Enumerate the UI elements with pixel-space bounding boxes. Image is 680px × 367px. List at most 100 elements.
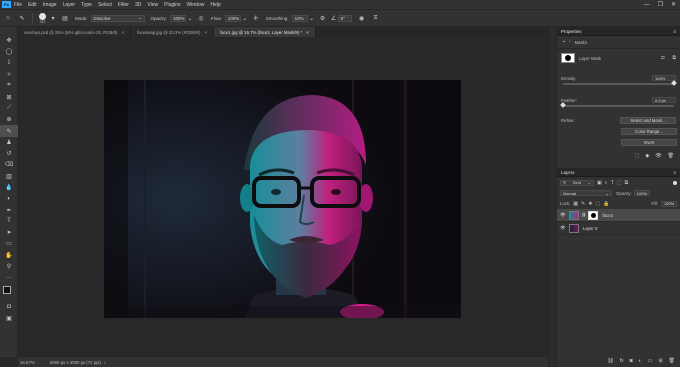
- airbrush-icon[interactable]: ✢: [252, 14, 260, 22]
- lock-position-icon[interactable]: ✥: [588, 201, 592, 207]
- lock-all-icon[interactable]: 🔒: [603, 201, 609, 207]
- load-selection-icon[interactable]: ⬚: [635, 153, 640, 159]
- close-icon[interactable]: ×: [204, 30, 207, 35]
- menu-3d[interactable]: 3D: [135, 2, 141, 8]
- path-selection-tool-icon[interactable]: ➤: [0, 227, 18, 238]
- lasso-tool-icon[interactable]: ◯: [0, 46, 18, 57]
- gear-icon[interactable]: ⚙: [319, 14, 327, 22]
- lock-artboard-icon[interactable]: ⬚: [595, 201, 600, 207]
- trash-icon[interactable]: 🗑: [669, 358, 675, 364]
- menu-filter[interactable]: Filter: [118, 2, 129, 8]
- minimize-icon[interactable]: —: [644, 2, 650, 8]
- angle-icon[interactable]: ∠: [330, 14, 338, 22]
- angle-input[interactable]: 0°: [337, 14, 352, 22]
- pen-tool-icon[interactable]: ✒: [0, 204, 18, 215]
- brush-settings-icon[interactable]: ▾: [49, 14, 57, 22]
- blur-tool-icon[interactable]: 💧: [0, 182, 18, 193]
- frame-tool-icon[interactable]: ⊠: [0, 91, 18, 102]
- clone-stamp-tool-icon[interactable]: ♟: [0, 137, 18, 148]
- filter-pixel-icon[interactable]: ▣: [597, 180, 602, 186]
- edit-toolbar-icon[interactable]: ···: [0, 272, 18, 283]
- close-icon[interactable]: ✕: [671, 1, 676, 8]
- new-group-icon[interactable]: ▭: [648, 358, 653, 364]
- filter-smart-object-icon[interactable]: ⧉: [625, 180, 629, 186]
- mode-select[interactable]: Dissolve ⌄: [90, 14, 145, 22]
- chevron-right-icon[interactable]: ›: [104, 360, 105, 365]
- visibility-eye-icon[interactable]: 👁: [557, 212, 569, 218]
- apply-mask-icon[interactable]: ◆: [645, 153, 649, 159]
- move-tool-icon[interactable]: ✥: [0, 35, 18, 46]
- layer-row-face2[interactable]: 👁 ⛓ face2: [557, 209, 680, 222]
- flow-dropdown-icon[interactable]: ⌄: [241, 14, 249, 22]
- smoothing-dropdown-icon[interactable]: ⌄: [308, 14, 316, 22]
- menu-window[interactable]: Window: [187, 2, 205, 8]
- layer-thumbnail[interactable]: [569, 210, 579, 220]
- vector-mask-icon[interactable]: ▫: [569, 39, 571, 45]
- visibility-eye-icon[interactable]: 👁: [557, 225, 569, 231]
- layer-name[interactable]: face2: [602, 213, 613, 218]
- lock-transparent-icon[interactable]: ▦: [573, 201, 578, 207]
- panel-menu-icon[interactable]: ≡: [673, 29, 676, 34]
- menu-plugins[interactable]: Plugins: [164, 2, 180, 8]
- menu-edit[interactable]: Edit: [28, 2, 37, 8]
- fill-input[interactable]: 100%: [661, 200, 677, 207]
- quick-select-tool-icon[interactable]: ⟟: [0, 58, 18, 69]
- invert-button[interactable]: Invert: [621, 139, 677, 146]
- menu-help[interactable]: Help: [210, 2, 220, 8]
- layer-opacity-input[interactable]: 100%: [633, 190, 650, 196]
- brush-panel-icon[interactable]: ▤: [61, 14, 69, 22]
- pixel-mask-icon[interactable]: ▪: [563, 39, 565, 45]
- add-mask-icon[interactable]: ◙: [630, 358, 633, 364]
- layer-mask-thumbnail[interactable]: [588, 210, 599, 220]
- rectangle-tool-icon[interactable]: ▭: [0, 238, 18, 249]
- select-and-mask-button[interactable]: Select and Mask...: [620, 117, 676, 124]
- zoom-tool-icon[interactable]: ⚲: [0, 261, 18, 272]
- adjustment-layer-icon[interactable]: ◐: [639, 358, 642, 364]
- filter-adjustment-icon[interactable]: ◐: [605, 180, 608, 186]
- flow-input[interactable]: 100%: [224, 14, 241, 22]
- feather-input[interactable]: 0.0 px: [652, 97, 676, 103]
- feather-slider[interactable]: [560, 102, 674, 108]
- select-mask-icon[interactable]: ◘: [661, 55, 664, 61]
- healing-brush-tool-icon[interactable]: ⊕: [0, 114, 18, 125]
- visibility-eye-icon[interactable]: 👁: [655, 153, 661, 159]
- panel-collapse-strip[interactable]: [548, 27, 556, 367]
- eraser-tool-icon[interactable]: ⌫: [0, 159, 18, 170]
- menu-layer[interactable]: Layer: [63, 2, 76, 8]
- color-swatches[interactable]: [0, 284, 18, 302]
- tab-faceswap[interactable]: faceswap.jpg @ 33.3% (RGB/8#) ×: [131, 27, 215, 37]
- symmetry-icon[interactable]: ⧖: [372, 14, 380, 22]
- layer-name[interactable]: Layer 0: [583, 226, 597, 231]
- trash-icon[interactable]: 🗑: [668, 153, 674, 159]
- layer-mask-thumbnail[interactable]: [561, 53, 575, 63]
- lock-paint-icon[interactable]: ✎: [581, 201, 585, 207]
- tab-overlays[interactable]: overlays.psd @ 25% (50-Light-Leaks-28, R…: [18, 27, 132, 37]
- layer-row-layer0[interactable]: 👁 Layer 0: [557, 222, 680, 235]
- layers-title[interactable]: Layers: [561, 170, 575, 175]
- magic-wand-tool-icon[interactable]: ✧: [0, 69, 18, 80]
- panel-menu-icon[interactable]: ≡: [673, 170, 676, 175]
- filter-shape-icon[interactable]: ⬚: [617, 180, 622, 186]
- document-canvas-image[interactable]: [104, 80, 461, 318]
- blend-mode-select[interactable]: Normal ⌄: [560, 190, 612, 196]
- density-slider[interactable]: [563, 80, 677, 86]
- close-icon[interactable]: ×: [306, 30, 309, 35]
- link-icon[interactable]: ⛓: [581, 212, 586, 218]
- filter-type-icon[interactable]: T: [611, 180, 614, 186]
- close-icon[interactable]: ×: [121, 30, 124, 35]
- quick-mask-icon[interactable]: ◘: [0, 302, 18, 313]
- restore-icon[interactable]: ❐: [658, 1, 663, 8]
- pressure-opacity-icon[interactable]: ◎: [197, 14, 205, 22]
- add-vector-mask-icon[interactable]: ⧉: [672, 55, 676, 61]
- brush-tool-icon[interactable]: ✎: [0, 125, 18, 137]
- dodge-tool-icon[interactable]: ◐: [0, 193, 18, 204]
- hand-tool-icon[interactable]: ✋: [0, 250, 18, 261]
- menu-type[interactable]: Type: [81, 2, 92, 8]
- eyedropper-tool-icon[interactable]: ⟋: [0, 103, 18, 114]
- document-info[interactable]: 6000 px x 4000 px (72 ppi): [50, 360, 101, 365]
- opacity-input[interactable]: 100%: [170, 14, 187, 22]
- color-range-button[interactable]: Color Range...: [621, 128, 677, 135]
- layer-filter-kind-select[interactable]: ⚲ Kind ⌄: [560, 179, 594, 186]
- smoothing-input[interactable]: 10%: [291, 14, 308, 22]
- menu-view[interactable]: View: [147, 2, 158, 8]
